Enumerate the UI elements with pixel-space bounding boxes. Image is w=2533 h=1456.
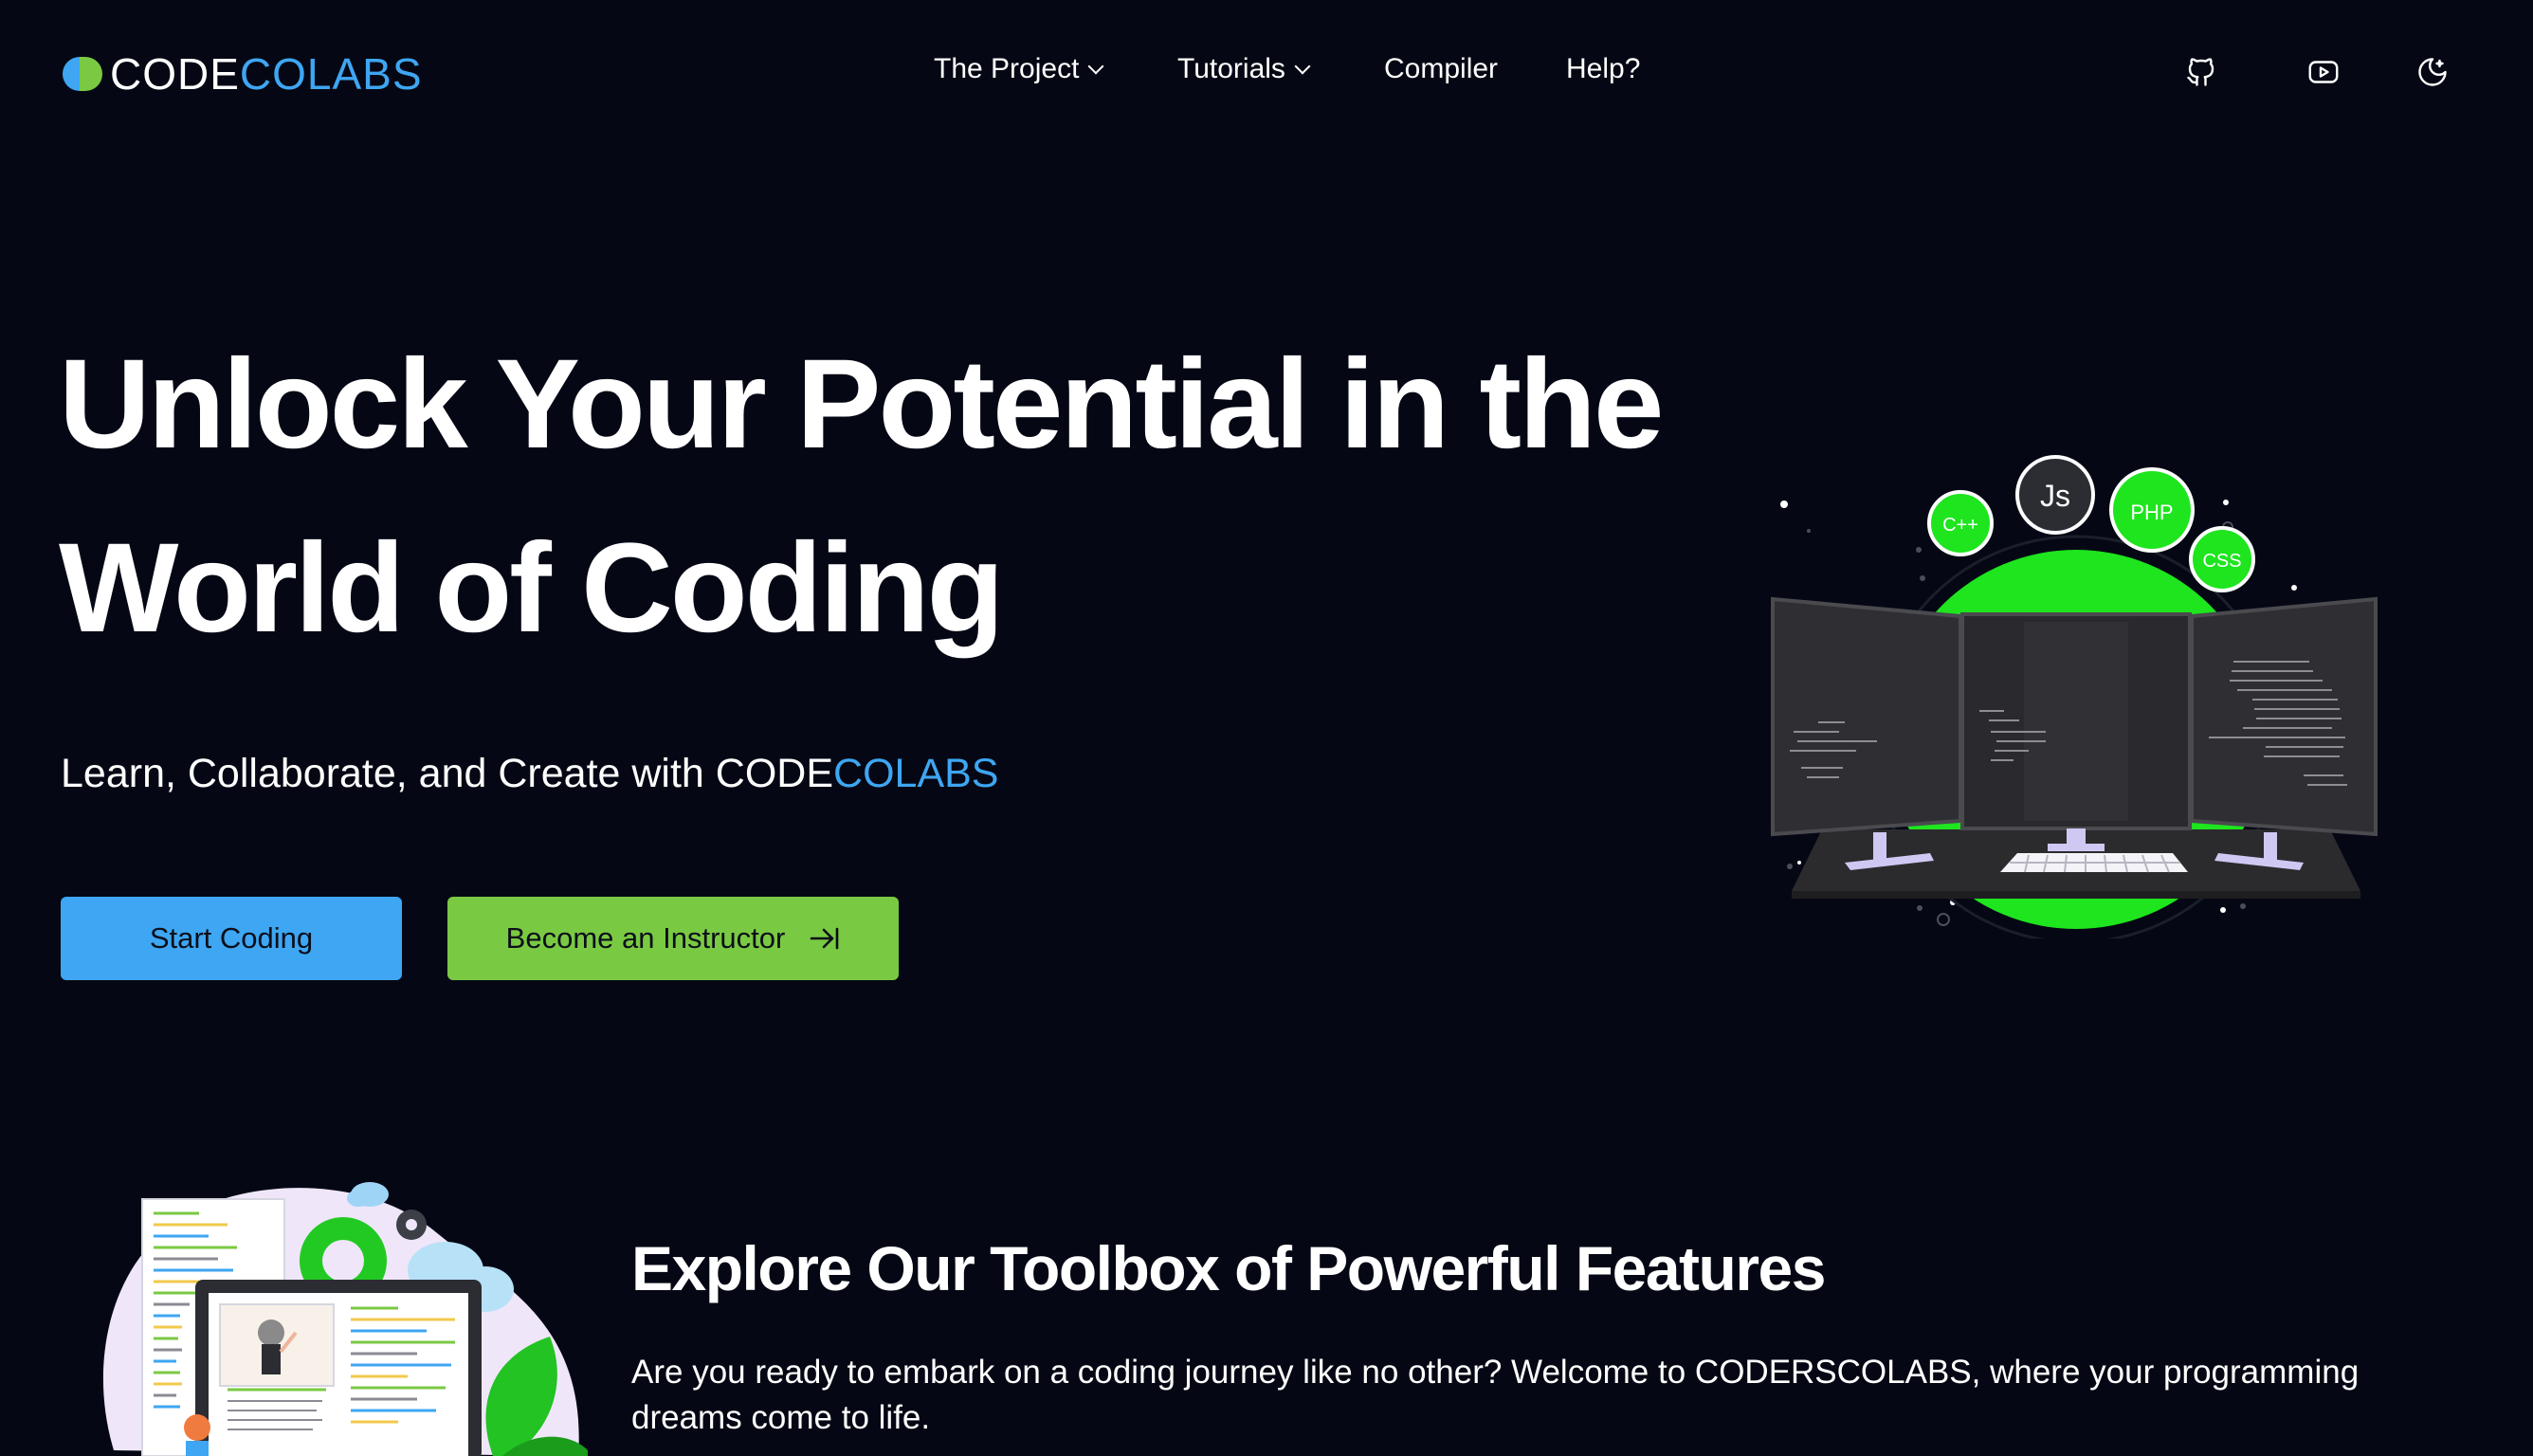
become-instructor-label: Become an Instructor bbox=[505, 921, 786, 955]
logo-text: CODECOLABS bbox=[110, 47, 423, 100]
navbar: CODECOLABS The Project Tutorials Compile… bbox=[0, 0, 2533, 142]
features-illustration bbox=[95, 1166, 607, 1456]
hero-subtitle-brand-colabs: COLABS bbox=[833, 751, 999, 796]
bubble-label-css: CSS bbox=[2202, 551, 2241, 572]
nav-item-the-project[interactable]: The Project bbox=[934, 53, 1104, 85]
hero-subtitle: Learn, Collaborate, and Create with CODE… bbox=[61, 751, 999, 797]
nav-item-tutorials[interactable]: Tutorials bbox=[1177, 53, 1311, 85]
nav-item-label: Tutorials bbox=[1177, 53, 1285, 84]
start-coding-label: Start Coding bbox=[149, 921, 314, 955]
logo-text-code: CODE bbox=[110, 49, 240, 99]
chevron-down-icon bbox=[1087, 58, 1104, 75]
github-icon[interactable] bbox=[2184, 55, 2218, 89]
logo-mark-icon bbox=[61, 55, 104, 93]
bubble-label-cpp: C++ bbox=[1942, 515, 1978, 536]
nav-item-label: Help? bbox=[1566, 53, 1641, 84]
become-instructor-button[interactable]: Become an Instructor bbox=[447, 897, 899, 980]
hero-subtitle-brand-code: CODE bbox=[715, 751, 834, 796]
nav-item-compiler[interactable]: Compiler bbox=[1384, 53, 1498, 85]
php-bubble: PHP bbox=[2109, 467, 2195, 553]
chevron-down-icon bbox=[1294, 58, 1311, 75]
start-coding-button[interactable]: Start Coding bbox=[61, 897, 402, 980]
hero-illustration: C++ Js PHP CSS bbox=[1763, 446, 2389, 944]
logo-text-colabs: COLABS bbox=[239, 49, 423, 99]
logo[interactable]: CODECOLABS bbox=[61, 47, 423, 100]
features-description: Are you ready to embark on a coding jour… bbox=[631, 1354, 2360, 1436]
bubble-label-js: Js bbox=[2040, 479, 2070, 513]
nav-item-help[interactable]: Help? bbox=[1566, 53, 1640, 85]
youtube-icon[interactable] bbox=[2306, 55, 2341, 89]
bubble-label-php: PHP bbox=[2130, 500, 2173, 524]
theme-toggle-icon[interactable] bbox=[2415, 55, 2450, 89]
arrow-right-icon bbox=[811, 927, 839, 950]
features-title: Explore Our Toolbox of Powerful Features bbox=[631, 1233, 1826, 1303]
hero-title: Unlock Your Potential in the World of Co… bbox=[59, 334, 1664, 659]
cpp-bubble: C++ bbox=[1927, 490, 1994, 556]
hero-subtitle-text: Learn, Collaborate, and Create with bbox=[61, 751, 716, 796]
nav-item-label: The Project bbox=[934, 53, 1080, 84]
js-bubble: Js bbox=[2015, 455, 2095, 535]
css-bubble: CSS bbox=[2189, 526, 2255, 592]
nav-item-label: Compiler bbox=[1384, 53, 1499, 84]
